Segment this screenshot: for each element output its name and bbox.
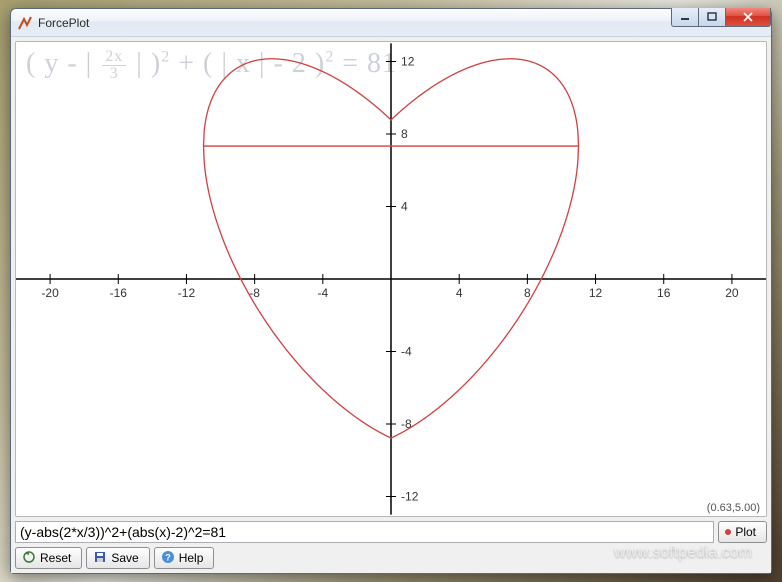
svg-text:4: 4 (456, 286, 463, 300)
maximize-button[interactable] (698, 8, 726, 27)
window-title: ForcePlot (38, 16, 89, 30)
save-icon (93, 550, 107, 567)
plot-icon (725, 529, 731, 535)
svg-text:4: 4 (401, 200, 408, 214)
svg-text:-16: -16 (110, 286, 128, 300)
help-icon: ? (161, 550, 175, 567)
reset-icon (22, 550, 36, 567)
svg-text:12: 12 (589, 286, 603, 300)
titlebar[interactable]: ForcePlot (11, 9, 771, 37)
svg-text:16: 16 (657, 286, 671, 300)
svg-text:20: 20 (725, 286, 739, 300)
svg-text:-4: -4 (401, 345, 412, 359)
svg-text:-4: -4 (317, 286, 328, 300)
svg-text:-12: -12 (401, 490, 419, 504)
svg-text:8: 8 (524, 286, 531, 300)
help-button[interactable]: ? Help (154, 547, 215, 569)
svg-text:-12: -12 (178, 286, 196, 300)
plot-canvas[interactable]: ( y - | 2x3 | )2 + ( | x | - 2 )2 = 81 -… (15, 41, 767, 517)
watermark: www.softpedia.com (614, 544, 752, 562)
expression-input[interactable] (15, 521, 714, 543)
svg-text:12: 12 (401, 55, 415, 69)
app-window: ForcePlot ( y - | 2x3 | )2 + ( | x | - 2… (10, 8, 772, 574)
input-row: Plot (15, 521, 767, 543)
reset-button[interactable]: Reset (15, 547, 82, 569)
app-icon (17, 15, 33, 31)
plot-button[interactable]: Plot (718, 521, 767, 543)
svg-text:?: ? (165, 552, 171, 562)
svg-text:-20: -20 (41, 286, 59, 300)
svg-text:-8: -8 (401, 417, 412, 431)
minimize-button[interactable] (671, 8, 699, 27)
close-button[interactable] (725, 8, 771, 27)
svg-text:8: 8 (401, 127, 408, 141)
client-area: ( y - | 2x3 | )2 + ( | x | - 2 )2 = 81 -… (11, 37, 771, 573)
plot-svg: -20-16-12-8-448121620-12-8-44812 (16, 42, 766, 516)
cursor-coordinates: (0.63,5.00) (707, 502, 760, 514)
save-button[interactable]: Save (86, 547, 149, 569)
window-controls (672, 8, 771, 27)
